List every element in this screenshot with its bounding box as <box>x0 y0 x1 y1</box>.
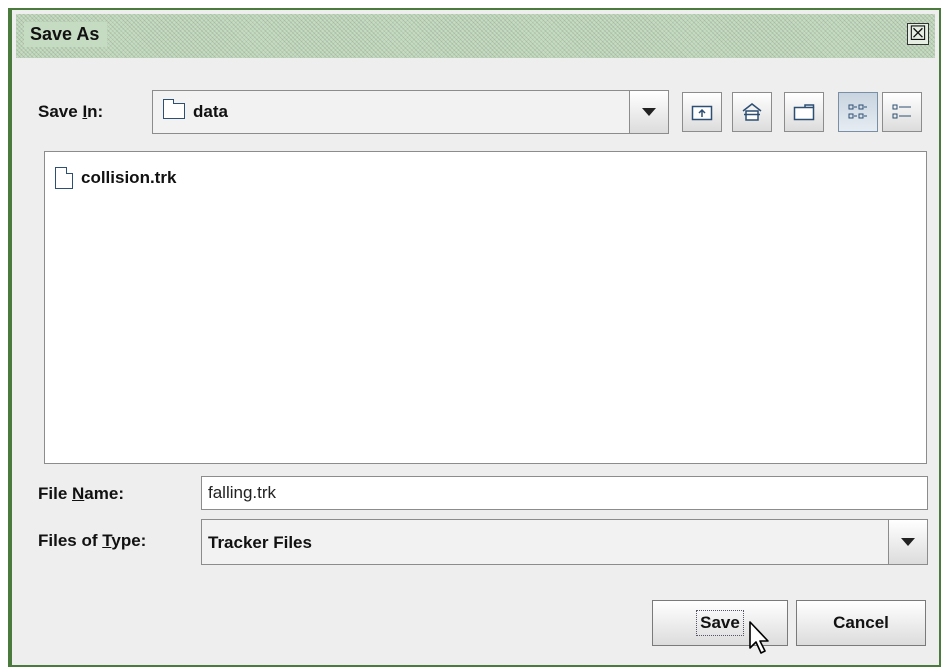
new-folder-icon <box>793 104 815 121</box>
save-button-label: Save <box>696 610 744 636</box>
file-name-field[interactable] <box>201 476 928 510</box>
file-name-label-pre: File <box>38 484 73 503</box>
dialog-title: Save As <box>24 22 108 47</box>
cancel-button-label: Cancel <box>833 613 889 632</box>
file-name-label: File Name: <box>38 484 124 504</box>
home-icon <box>742 103 762 121</box>
details-view-icon <box>892 104 911 119</box>
create-new-folder-button[interactable] <box>784 92 824 132</box>
list-view-button[interactable] <box>838 92 878 132</box>
save-in-dropdown-arrow[interactable] <box>629 91 668 133</box>
home-button[interactable] <box>732 92 772 132</box>
save-as-dialog: Save As ☒ Save In: data collision.trk Fi… <box>8 8 941 667</box>
file-name-label-post: ame: <box>84 484 124 503</box>
folder-icon <box>163 99 185 119</box>
file-list[interactable]: collision.trk <box>44 151 927 464</box>
file-icon <box>55 167 73 189</box>
title-bar[interactable]: Save As ☒ <box>16 14 935 58</box>
details-view-button[interactable] <box>882 92 922 132</box>
save-in-value: data <box>193 102 228 121</box>
file-type-value: Tracker Files <box>208 533 312 552</box>
file-type-dropdown-arrow[interactable] <box>888 520 927 564</box>
save-in-label: Save In: <box>38 102 103 122</box>
file-name-label-mnemonic: N <box>72 484 85 503</box>
mouse-cursor-icon <box>749 621 769 654</box>
save-in-label-post: n: <box>87 102 104 121</box>
save-in-label-pre: Save <box>38 102 83 121</box>
file-type-label-pre: Files of <box>38 531 103 550</box>
file-type-label: Files of Type: <box>38 531 146 551</box>
up-one-level-button[interactable] <box>682 92 722 132</box>
cancel-button[interactable]: Cancel <box>796 600 926 646</box>
list-view-icon <box>848 104 867 119</box>
save-in-dropdown[interactable]: data <box>152 90 669 134</box>
up-folder-icon <box>691 105 713 121</box>
file-type-label-mnemonic: T <box>102 531 112 550</box>
chevron-down-icon <box>642 108 656 116</box>
list-item[interactable]: collision.trk <box>55 166 176 190</box>
file-name: collision.trk <box>81 168 177 187</box>
file-type-dropdown[interactable]: Tracker Files <box>201 519 928 565</box>
file-type-label-post: ype: <box>111 531 147 550</box>
chevron-down-icon <box>901 538 915 546</box>
close-icon[interactable]: ☒ <box>907 23 929 45</box>
